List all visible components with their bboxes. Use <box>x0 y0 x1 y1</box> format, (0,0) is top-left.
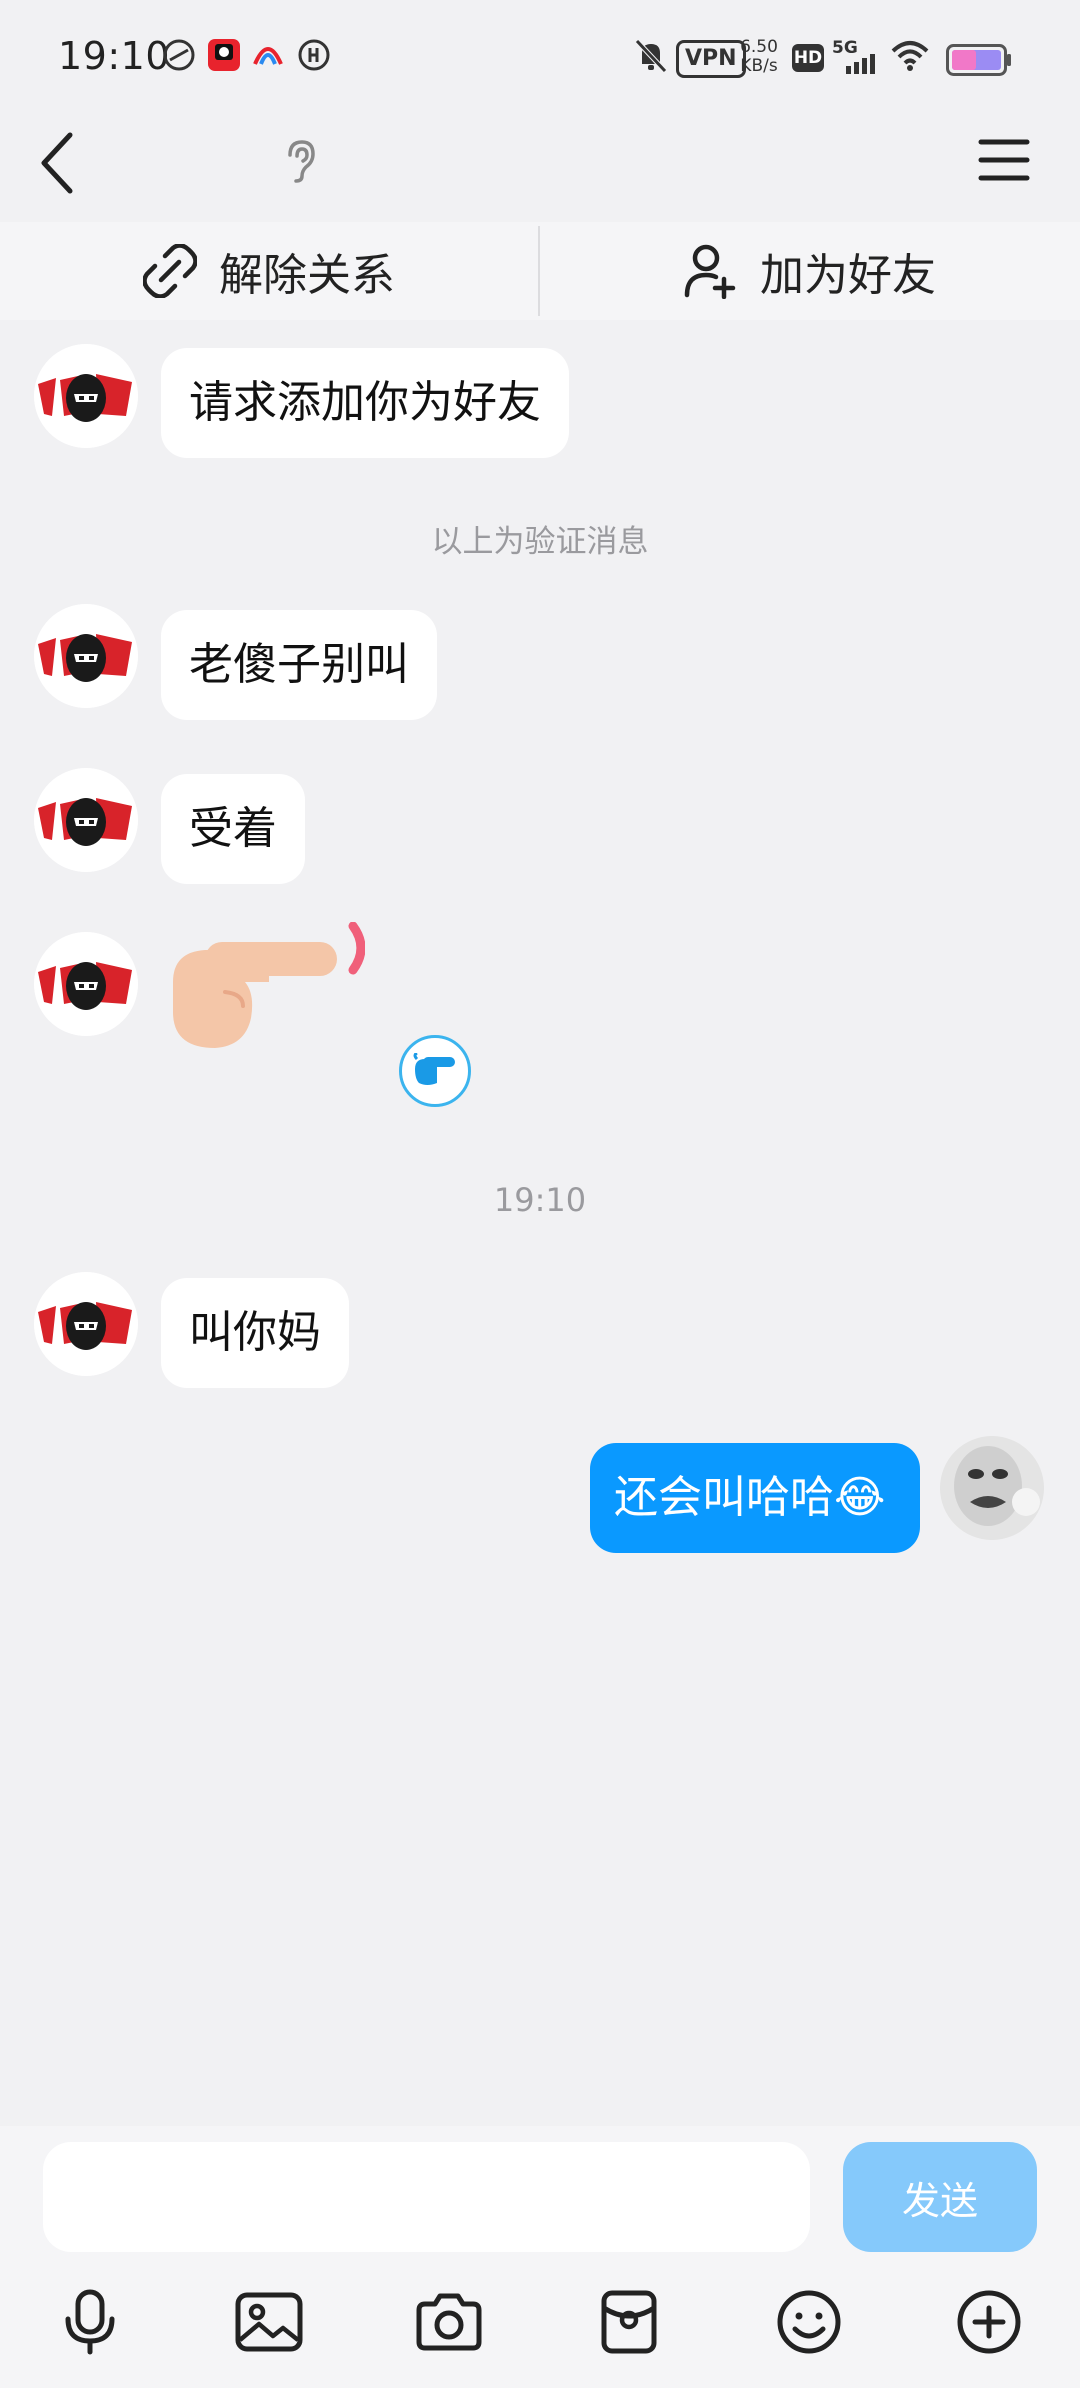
app-notification-icon <box>163 39 195 71</box>
wifi-icon <box>891 41 929 71</box>
back-chevron-icon[interactable] <box>36 125 80 201</box>
plus-icon <box>957 2290 1021 2354</box>
verification-system-note: 以上为验证消息 <box>431 524 649 560</box>
ninja-logo-avatar <box>34 1272 138 1376</box>
contact-avatar[interactable] <box>34 932 138 1036</box>
pointing-finger-sticker[interactable] <box>165 922 365 1052</box>
cell-signal-icon <box>846 54 875 74</box>
camera-icon <box>416 2293 482 2351</box>
network-speed: 6.50 KB/s <box>738 38 780 76</box>
ninja-logo-avatar <box>34 604 138 708</box>
contact-avatar[interactable] <box>34 768 138 872</box>
composer: 发送 <box>0 2126 1080 2388</box>
contact-avatar[interactable] <box>34 604 138 708</box>
message-bubble[interactable]: 受着 <box>161 774 305 884</box>
menu-icon[interactable] <box>978 137 1030 183</box>
message-bubble[interactable]: 请求添加你为好友 <box>161 348 569 458</box>
meme-face-avatar <box>940 1436 1044 1540</box>
unlink-relationship-button[interactable]: 解除关系 <box>0 222 538 320</box>
chat-header <box>0 115 1080 220</box>
battery-icon <box>946 44 1011 76</box>
more-button[interactable] <box>953 2286 1025 2358</box>
emoji-button[interactable] <box>773 2286 845 2358</box>
image-icon <box>235 2292 303 2352</box>
add-friend-button[interactable]: 加为好友 <box>540 222 1080 320</box>
contact-avatar[interactable] <box>34 344 138 448</box>
ear-icon[interactable] <box>282 137 318 185</box>
image-button[interactable] <box>233 2286 305 2358</box>
hd-badge: HD <box>792 44 824 72</box>
timestamp: 19:10 <box>493 1181 587 1219</box>
ninja-logo-avatar <box>34 932 138 1036</box>
app-notification-icon <box>298 39 330 71</box>
douyin-app-icon <box>208 39 240 71</box>
red-packet-button[interactable] <box>593 2286 665 2358</box>
self-avatar[interactable] <box>940 1436 1044 1540</box>
add-user-icon <box>684 244 736 299</box>
message-input[interactable] <box>43 2142 810 2252</box>
mic-icon <box>65 2289 115 2355</box>
camera-button[interactable] <box>413 2286 485 2358</box>
status-bar: 19:10 VPN 6.50 KB/s HD 5G <box>0 0 1080 115</box>
red-packet-icon <box>601 2290 657 2354</box>
pointing-hand-icon <box>413 1053 455 1085</box>
unlink-icon <box>143 244 197 298</box>
self-message-bubble[interactable]: 还会叫哈哈😂 <box>590 1443 920 1553</box>
send-button[interactable]: 发送 <box>843 2142 1037 2252</box>
sticker-badge[interactable] <box>399 1035 471 1107</box>
add-friend-label: 加为好友 <box>760 250 936 301</box>
message-bubble[interactable]: 叫你妈 <box>161 1278 349 1388</box>
app-notification-icon <box>253 47 283 65</box>
emoji-icon <box>777 2290 841 2354</box>
mute-bell-icon <box>635 39 667 73</box>
network-speed-value: 6.50 <box>740 37 778 57</box>
contact-avatar[interactable] <box>34 1272 138 1376</box>
network-speed-unit: KB/s <box>740 56 778 76</box>
message-bubble[interactable]: 老傻子别叫 <box>161 610 437 720</box>
ninja-logo-avatar <box>34 344 138 448</box>
unlink-label: 解除关系 <box>219 250 395 301</box>
status-time: 19:10 <box>58 34 171 78</box>
relationship-action-bar: 解除关系 加为好友 <box>0 222 1080 320</box>
ninja-logo-avatar <box>34 768 138 872</box>
voice-button[interactable] <box>54 2286 126 2358</box>
vpn-badge: VPN <box>676 40 746 78</box>
